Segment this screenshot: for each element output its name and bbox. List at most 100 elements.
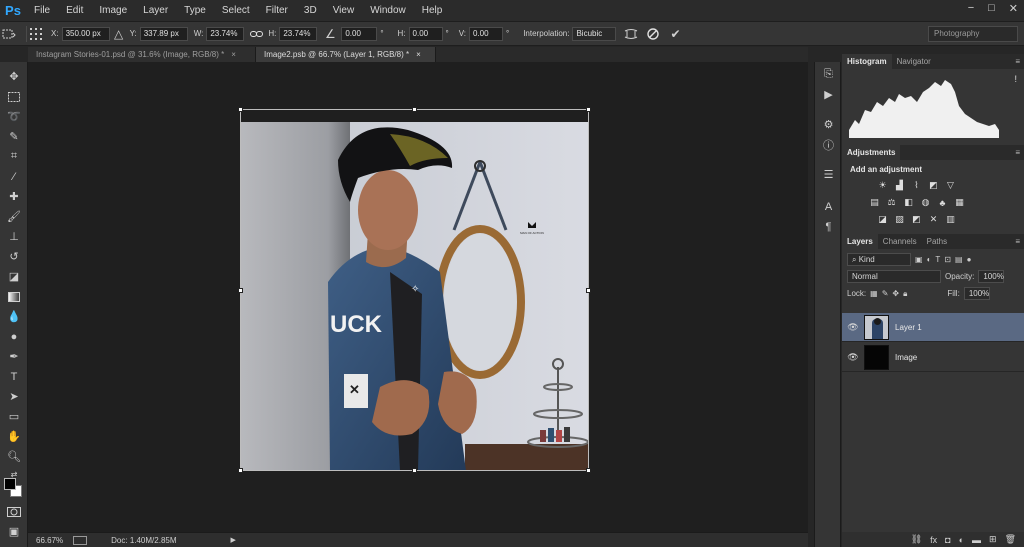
lock-image-icon[interactable]: ✎ xyxy=(882,289,889,298)
curves-icon[interactable]: ⌇ xyxy=(910,179,923,192)
transform-handle-top[interactable] xyxy=(412,107,417,112)
x-input[interactable]: 350.00 px xyxy=(61,26,110,41)
add-mask-icon[interactable]: ◘ xyxy=(945,535,950,545)
gradient-map-icon[interactable]: ▥ xyxy=(944,213,957,226)
brush-tool-icon[interactable]: 🖌 xyxy=(4,208,24,225)
hskew-input[interactable]: 0.00 xyxy=(408,26,443,41)
minimize-icon[interactable]: − xyxy=(968,2,974,15)
tab-layers[interactable]: Layers xyxy=(842,234,878,249)
color-lookup-icon[interactable]: ▦ xyxy=(953,196,966,209)
lock-position-icon[interactable]: ✥ xyxy=(892,289,899,298)
visibility-eye-icon[interactable]: 👁︎ xyxy=(842,352,864,363)
color-balance-icon[interactable]: ⚖ xyxy=(885,196,898,209)
photo-filter-icon[interactable]: ◍ xyxy=(919,196,932,209)
new-adjustment-layer-icon[interactable]: ◐ xyxy=(959,535,964,545)
zoom-tool-icon[interactable]: 🔍︎ xyxy=(4,448,24,465)
tab-paths[interactable]: Paths xyxy=(922,234,952,249)
path-selection-tool-icon[interactable]: ➤ xyxy=(4,388,24,405)
menu-3d[interactable]: 3D xyxy=(296,0,325,21)
properties-icon[interactable]: ☰ xyxy=(820,166,837,183)
workspace-select[interactable]: Photography xyxy=(928,26,1018,42)
crop-tool-icon[interactable]: ⌗ xyxy=(4,148,24,165)
visibility-eye-icon[interactable]: 👁︎ xyxy=(842,322,864,333)
filter-pixel-icon[interactable]: ▣ xyxy=(915,255,923,264)
transform-handle-top-left[interactable] xyxy=(238,107,243,112)
menu-image[interactable]: Image xyxy=(91,0,135,21)
pen-tool-icon[interactable]: ✒ xyxy=(4,348,24,365)
tab-adjustments[interactable]: Adjustments xyxy=(842,145,901,160)
delete-layer-icon[interactable]: 🗑︎ xyxy=(1005,534,1016,545)
interpolation-select[interactable]: Bicubic xyxy=(572,26,617,41)
panel-menu-icon[interactable]: ≡ xyxy=(1015,148,1020,157)
rectangle-tool-icon[interactable]: ▭ xyxy=(4,408,24,425)
tab-instagram-stories[interactable]: Instagram Stories-01.psd @ 31.6% (Image,… xyxy=(28,47,256,62)
transform-handle-bottom[interactable] xyxy=(412,468,417,473)
character-icon[interactable]: A xyxy=(820,198,837,215)
gradient-tool-icon[interactable] xyxy=(4,288,24,305)
transform-handle-right[interactable] xyxy=(586,288,591,293)
blend-mode-select[interactable]: Normal xyxy=(847,270,941,283)
histogram-warning-icon[interactable]: ! xyxy=(1014,74,1017,84)
channel-mixer-icon[interactable]: ♣ xyxy=(936,196,949,209)
menu-window[interactable]: Window xyxy=(362,0,414,21)
close-icon[interactable]: ✕ xyxy=(1009,2,1018,15)
transform-handle-left[interactable] xyxy=(238,288,243,293)
posterize-icon[interactable]: ▨ xyxy=(893,213,906,226)
layer-name[interactable]: Layer 1 xyxy=(895,323,922,332)
tab-image2[interactable]: Image2.psb @ 66.7% (Layer 1, RGB/8) * × xyxy=(256,47,436,62)
eyedropper-tool-icon[interactable]: ⁄ xyxy=(4,168,24,185)
restore-icon[interactable]: □ xyxy=(988,2,995,15)
filter-shape-icon[interactable]: ⊡ xyxy=(944,255,951,264)
tab-close-icon[interactable]: × xyxy=(416,47,421,62)
quick-selection-tool-icon[interactable]: ✎ xyxy=(4,128,24,145)
link-icon[interactable] xyxy=(247,25,265,43)
transform-handle-top-right[interactable] xyxy=(586,107,591,112)
quick-mask-icon[interactable] xyxy=(4,503,24,520)
transform-handle-bottom-left[interactable] xyxy=(238,468,243,473)
menu-type[interactable]: Type xyxy=(176,0,214,21)
menu-layer[interactable]: Layer xyxy=(135,0,176,21)
menu-file[interactable]: File xyxy=(26,0,58,21)
clone-stamp-tool-icon[interactable]: ⊥ xyxy=(4,228,24,245)
warp-icon[interactable] xyxy=(622,25,640,43)
tab-histogram[interactable]: Histogram xyxy=(842,54,892,69)
layer-row-image[interactable]: 👁︎ Image xyxy=(842,343,1024,372)
blur-tool-icon[interactable]: 💧 xyxy=(4,308,24,325)
history-icon[interactable]: ⎘ xyxy=(820,66,837,83)
screen-mode-icon[interactable]: ▣ xyxy=(4,523,24,540)
new-group-icon[interactable]: ▬ xyxy=(972,535,981,545)
tab-close-icon[interactable]: × xyxy=(231,47,236,62)
vibrance-icon[interactable]: ▽ xyxy=(944,179,957,192)
hue-saturation-icon[interactable]: ▤ xyxy=(868,196,881,209)
new-layer-icon[interactable]: ⊞ xyxy=(989,534,997,545)
w-input[interactable]: 23.74% xyxy=(206,26,245,41)
layer-row-layer-1[interactable]: 👁︎ Layer 1 xyxy=(842,313,1024,342)
filter-kind-select[interactable]: ⌕ Kind xyxy=(847,253,911,266)
vskew-input[interactable]: 0.00 xyxy=(469,26,503,41)
y-input[interactable]: 337.89 px xyxy=(139,26,188,41)
status-menu-arrow-icon[interactable]: ▶ xyxy=(231,536,236,544)
lock-transparent-icon[interactable]: ▦ xyxy=(870,289,878,298)
info-icon[interactable]: ⓘ xyxy=(820,136,837,153)
fill-input[interactable]: 100% xyxy=(963,287,990,300)
filter-smart-object-icon[interactable]: ▤ xyxy=(955,255,963,264)
commit-transform-icon[interactable]: ✔ xyxy=(666,25,684,43)
history-brush-tool-icon[interactable]: ↺ xyxy=(4,248,24,265)
opacity-input[interactable]: 100% xyxy=(978,270,1005,283)
lasso-tool-icon[interactable]: ➰ xyxy=(4,108,24,125)
tab-navigator[interactable]: Navigator xyxy=(892,54,936,69)
transform-center-icon[interactable]: ✧ xyxy=(411,284,419,295)
tab-channels[interactable]: Channels xyxy=(878,234,922,249)
link-layers-icon[interactable]: ⛓ xyxy=(911,534,922,545)
brightness-contrast-icon[interactable]: ☀ xyxy=(876,179,889,192)
black-white-icon[interactable]: ◧ xyxy=(902,196,915,209)
menu-edit[interactable]: Edit xyxy=(58,0,91,21)
layer-style-icon[interactable]: fx xyxy=(930,535,937,545)
reference-point-icon[interactable] xyxy=(27,25,45,43)
dodge-tool-icon[interactable]: ● xyxy=(4,328,24,345)
filter-toggle-icon[interactable]: ● xyxy=(967,255,972,264)
layer-name[interactable]: Image xyxy=(895,353,917,362)
menu-filter[interactable]: Filter xyxy=(258,0,296,21)
cancel-transform-icon[interactable] xyxy=(644,25,662,43)
eraser-tool-icon[interactable]: ◪ xyxy=(4,268,24,285)
